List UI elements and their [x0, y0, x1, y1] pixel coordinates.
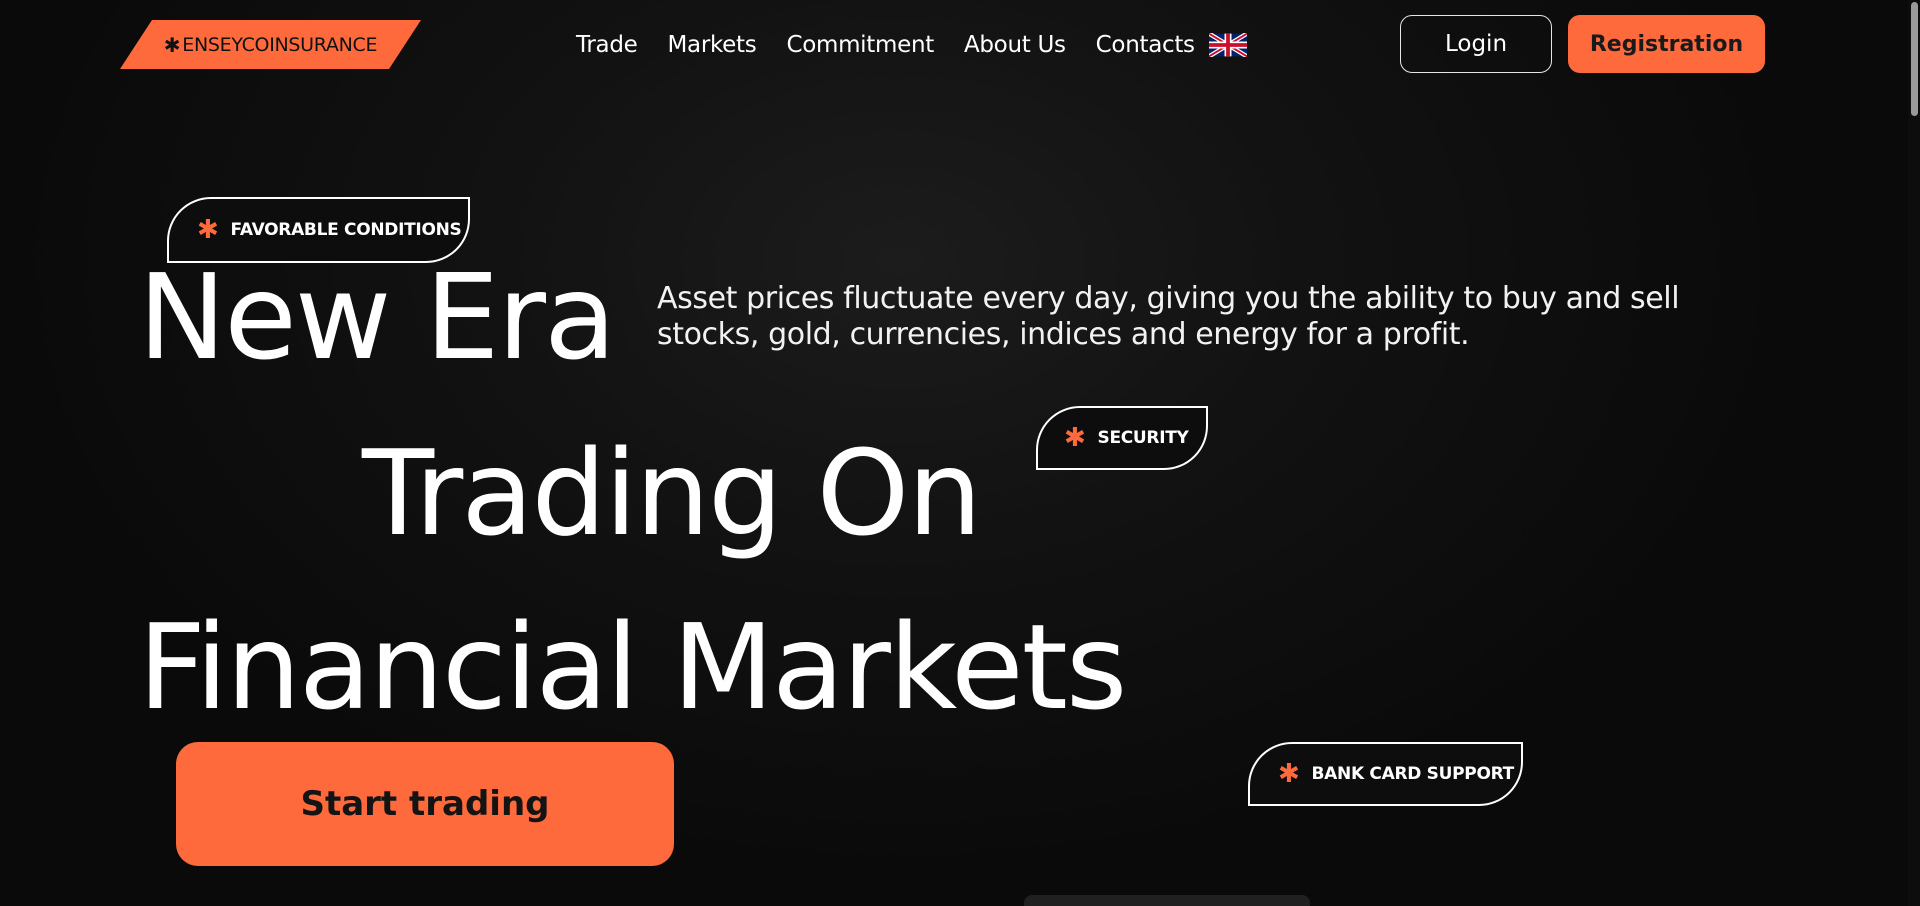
asterisk-icon: ✱ [1064, 423, 1086, 453]
asterisk-icon: ✱ [1278, 759, 1300, 789]
nav-contacts[interactable]: Contacts [1096, 32, 1195, 58]
nav-markets[interactable]: Markets [667, 32, 756, 58]
hero-headline-line-2: Trading On [362, 424, 982, 562]
scrollbar-thumb[interactable] [1911, 2, 1918, 116]
brand-logo[interactable]: ✱ ENSEYCOINSURANCE [120, 20, 421, 69]
badge-label: FAVORABLE CONDITIONS [230, 220, 462, 240]
hero-headline-line-3: Financial Markets [138, 598, 1127, 736]
favorable-conditions-badge: ✱ FAVORABLE CONDITIONS [167, 197, 470, 263]
nav-commitment[interactable]: Commitment [786, 32, 934, 58]
badge-label: SECURITY [1097, 428, 1189, 448]
nav-about-us[interactable]: About Us [964, 32, 1066, 58]
start-trading-button[interactable]: Start trading [176, 742, 674, 866]
security-badge: ✱ SECURITY [1036, 406, 1208, 470]
badge-label: BANK CARD SUPPORT [1311, 764, 1515, 784]
logo-label: ✱ ENSEYCOINSURANCE [120, 20, 421, 69]
partial-card [1024, 895, 1310, 906]
registration-button[interactable]: Registration [1568, 15, 1765, 73]
hero-description: Asset prices fluctuate every day, giving… [657, 281, 1680, 352]
uk-flag-icon[interactable] [1208, 33, 1247, 57]
page-scrollbar[interactable] [1908, 0, 1920, 906]
hero-headline-line-1: New Era [138, 248, 616, 386]
asterisk-icon: ✱ [197, 215, 219, 245]
landing-page: ✱ ENSEYCOINSURANCE Trade Markets Commitm… [0, 0, 1920, 906]
nav-trade[interactable]: Trade [576, 32, 638, 58]
main-nav: Trade Markets Commitment About Us Contac… [576, 28, 1247, 62]
logo-asterisk-icon: ✱ [163, 32, 181, 57]
logo-text: ENSEYCOINSURANCE [182, 33, 378, 56]
bank-card-support-badge: ✱ BANK CARD SUPPORT [1248, 742, 1523, 806]
login-button[interactable]: Login [1400, 15, 1552, 73]
